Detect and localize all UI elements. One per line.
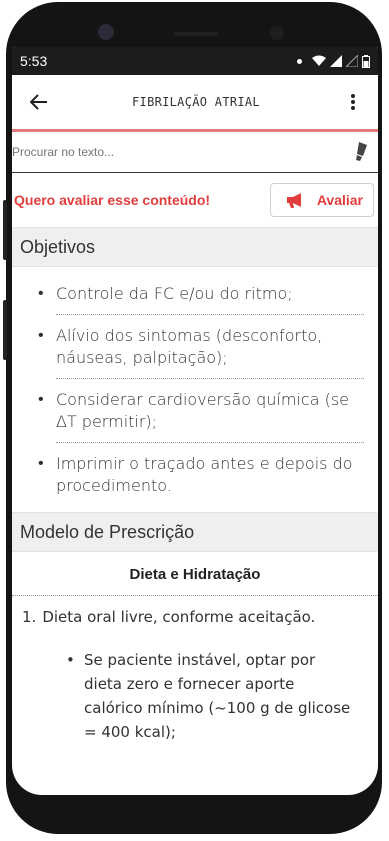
prescricao-list: 1. Dieta oral livre, conforme aceitação.…	[12, 596, 378, 744]
speaker-grille	[174, 32, 218, 36]
wifi-icon	[312, 55, 326, 66]
status-bar: 5:53	[12, 47, 378, 75]
app-screen: 5:53 FIBRILAÇÃO ATRIAL Quero avaliar ess…	[12, 47, 378, 795]
sensor	[270, 26, 284, 40]
back-button[interactable]	[24, 87, 54, 117]
section-objetivos: Objetivos	[12, 227, 378, 267]
evaluate-prompt: Quero avaliar esse conteúdo!	[14, 192, 211, 208]
section-modelo-prescricao: Modelo de Prescrição	[12, 512, 378, 552]
signal-icon	[330, 55, 342, 67]
more-options-button[interactable]	[338, 87, 368, 117]
megaphone-icon	[286, 193, 301, 208]
list-item: Considerar cardioversão química (se ΔT p…	[38, 378, 364, 442]
list-item: Imprimir o traçado antes e depois do pro…	[38, 442, 364, 506]
arrow-left-icon	[30, 94, 47, 110]
subsection-dieta-hidratacao: Dieta e Hidratação	[12, 552, 378, 596]
evaluate-row: Quero avaliar esse conteúdo! Avaliar	[12, 173, 378, 227]
notification-dot-icon	[297, 58, 302, 64]
front-camera	[98, 24, 114, 40]
item-text: Dieta oral livre, conforme aceitação.	[42, 608, 316, 626]
objetivos-list: Controle da FC e/ou do ritmo; Alívio dos…	[12, 267, 378, 512]
page-title: FIBRILAÇÃO ATRIAL	[132, 95, 260, 109]
power-button	[3, 300, 7, 360]
highlighter-icon[interactable]	[354, 142, 368, 162]
battery-icon	[362, 54, 370, 68]
item-number: 1.	[22, 608, 37, 626]
app-bar: FIBRILAÇÃO ATRIAL	[12, 75, 378, 132]
numbered-item: 1. Dieta oral livre, conforme aceitação.	[22, 608, 368, 626]
list-item: Alívio dos sintomas (desconforto, náusea…	[38, 314, 364, 378]
search-bar	[12, 132, 378, 173]
volume-button	[3, 200, 7, 260]
avaliar-button[interactable]: Avaliar	[269, 183, 374, 217]
more-vertical-icon	[350, 94, 355, 110]
list-item: Controle da FC e/ou do ritmo;	[38, 273, 364, 314]
signal-2-icon	[346, 55, 358, 67]
search-input[interactable]	[12, 145, 272, 159]
avaliar-label: Avaliar	[316, 192, 363, 208]
status-time: 5:53	[20, 53, 48, 69]
sub-list-item: Se paciente instável, optar por dieta ze…	[66, 648, 354, 744]
